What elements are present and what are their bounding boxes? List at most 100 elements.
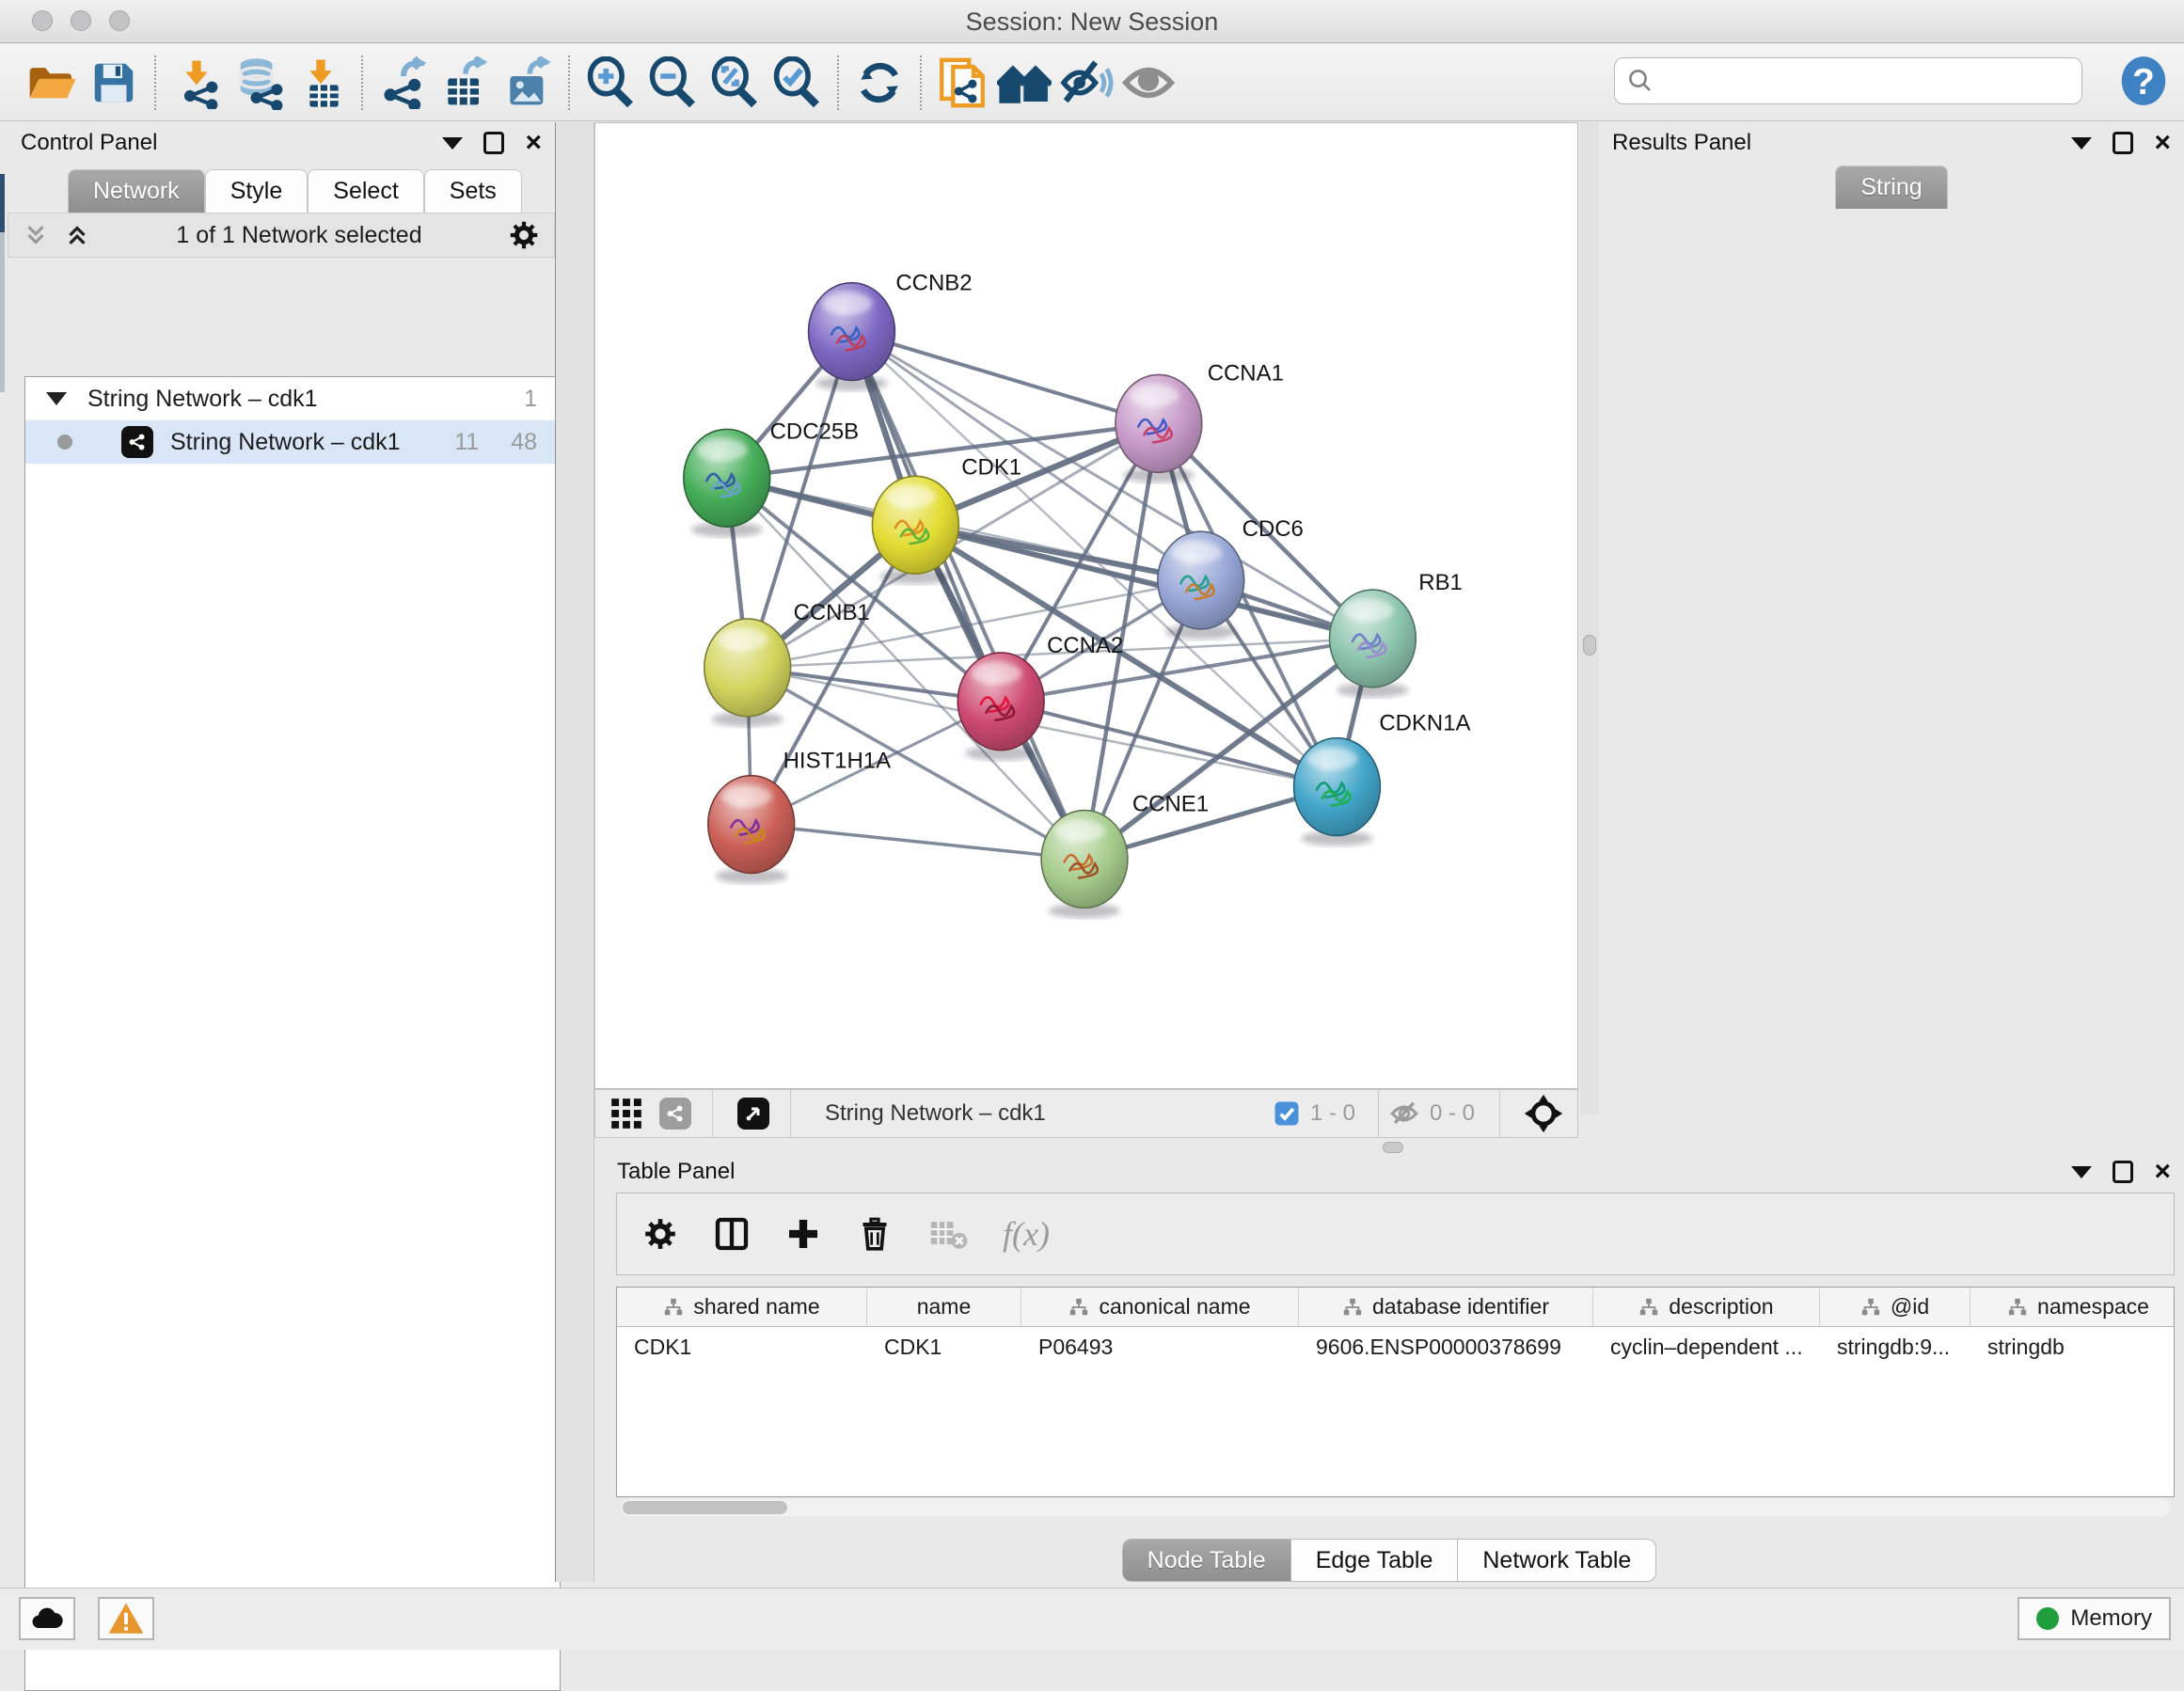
tab-node-table[interactable]: Node Table — [1122, 1539, 1291, 1582]
tree-expand-icon[interactable] — [46, 392, 67, 405]
delete-column-icon[interactable] — [856, 1215, 894, 1253]
node-label: CCNE1 — [1132, 792, 1209, 817]
node-label: CCNA2 — [1047, 633, 1123, 658]
help-button[interactable]: ? — [2114, 52, 2173, 110]
table-options-gear-icon[interactable] — [641, 1215, 679, 1253]
table-cell[interactable]: stringdb:9... — [1820, 1327, 1970, 1367]
create-column-icon[interactable] — [784, 1215, 822, 1253]
show-hidden-button[interactable] — [1117, 53, 1179, 113]
node-label: HIST1H1A — [783, 749, 891, 774]
table-cell[interactable]: cyclin–dependent ... — [1593, 1327, 1820, 1367]
node-label: CDC25B — [770, 419, 859, 444]
table-horizontal-scrollbar[interactable] — [621, 1499, 2170, 1516]
search-input[interactable] — [1654, 68, 2059, 94]
network-edge[interactable] — [1001, 702, 1337, 787]
close-panel-icon[interactable]: × — [525, 133, 542, 153]
panel-menu-icon[interactable] — [442, 137, 463, 150]
clone-network-button[interactable] — [931, 53, 993, 113]
selected-items-checkbox[interactable] — [1273, 1099, 1301, 1128]
network-node-cdc25b[interactable]: CDC25B — [684, 419, 859, 537]
collapse-all-networks-icon[interactable] — [22, 221, 50, 249]
network-edge[interactable] — [851, 332, 1158, 424]
column-header[interactable]: database identifier — [1299, 1288, 1593, 1326]
zoom-in-button[interactable] — [579, 53, 641, 113]
network-graph[interactable]: CCNB2CCNA1CDC25BCDK1CDC6RB1CCNB1CCNA2CDK… — [595, 123, 1577, 1088]
column-header[interactable]: shared name — [617, 1288, 867, 1326]
column-header[interactable]: description — [1593, 1288, 1820, 1326]
float-panel-icon[interactable] — [483, 132, 504, 154]
tab-edge-table[interactable]: Edge Table — [1291, 1539, 1459, 1582]
tab-style[interactable]: Style — [205, 169, 309, 213]
save-session-button[interactable] — [83, 53, 145, 113]
apply-style-button[interactable] — [848, 53, 910, 113]
column-header[interactable]: namespace — [1970, 1288, 2175, 1326]
table-cell[interactable]: 9606.ENSP00000378699 — [1299, 1327, 1593, 1367]
network-node-ccnb2[interactable]: CCNB2 — [809, 271, 973, 391]
memory-button[interactable]: Memory — [2018, 1597, 2171, 1640]
export-image-button[interactable] — [497, 53, 559, 113]
import-table-button[interactable] — [290, 53, 352, 113]
table-cell[interactable]: stringdb — [1970, 1327, 2175, 1367]
show-columns-icon[interactable] — [713, 1215, 751, 1253]
zoom-fit-button[interactable] — [704, 53, 766, 113]
panel-menu-icon[interactable] — [2071, 137, 2092, 150]
vertical-splitter[interactable] — [555, 122, 594, 1582]
import-network-file-button[interactable] — [166, 53, 228, 113]
float-panel-icon[interactable] — [2113, 1161, 2133, 1183]
grid-view-icon[interactable] — [609, 1096, 644, 1131]
zoom-window-button[interactable] — [109, 10, 130, 31]
network-options-gear-icon[interactable] — [507, 218, 541, 252]
node-label: CCNB1 — [794, 600, 870, 625]
horizontal-splitter[interactable] — [594, 1140, 2184, 1155]
zoom-selected-button[interactable] — [766, 53, 828, 113]
tab-sets[interactable]: Sets — [424, 169, 522, 213]
table-cell[interactable]: CDK1 — [867, 1327, 1021, 1367]
network-canvas[interactable]: CCNB2CCNA1CDC25BCDK1CDC6RB1CCNB1CCNA2CDK… — [594, 122, 1578, 1089]
shared-column-icon — [663, 1297, 684, 1318]
network-collection-row[interactable]: String Network – cdk1 1 — [25, 377, 560, 420]
column-header[interactable]: canonical name — [1021, 1288, 1299, 1326]
results-splitter[interactable] — [1580, 122, 1599, 1114]
zoom-out-button[interactable] — [641, 53, 704, 113]
close-panel-icon[interactable]: × — [2154, 133, 2171, 153]
tab-select[interactable]: Select — [308, 169, 423, 213]
hide-selected-button[interactable] — [1055, 53, 1117, 113]
tab-network-table[interactable]: Network Table — [1458, 1539, 1656, 1582]
network-node-cdc6[interactable]: CDC6 — [1158, 516, 1304, 640]
node-count: 11 — [454, 429, 479, 456]
fit-selected-crosshair-icon[interactable] — [1523, 1093, 1564, 1134]
birdseye-view-icon[interactable] — [737, 1098, 769, 1130]
network-row-selected[interactable]: String Network – cdk1 11 48 — [25, 420, 560, 464]
tab-network[interactable]: Network — [68, 169, 205, 213]
warnings-button[interactable] — [98, 1597, 154, 1640]
scrollbar-thumb[interactable] — [623, 1501, 787, 1514]
export-table-button[interactable] — [435, 53, 497, 113]
network-node-rb1[interactable]: RB1 — [1329, 570, 1462, 698]
table-cell[interactable]: CDK1 — [617, 1327, 867, 1367]
network-node-ccne1[interactable]: CCNE1 — [1041, 792, 1209, 919]
copy-network-icon — [935, 55, 989, 110]
node-table: shared name name canonical namedatabase id… — [616, 1287, 2175, 1497]
column-header-label: name — [917, 1294, 972, 1320]
network-search-box[interactable] — [1614, 57, 2082, 104]
network-view-type-icon[interactable] — [659, 1098, 691, 1130]
tab-string[interactable]: String — [1835, 166, 1947, 209]
network-edge[interactable] — [851, 332, 1084, 860]
column-header[interactable]: @id — [1820, 1288, 1970, 1326]
string-home-button[interactable] — [993, 53, 1055, 113]
network-node-hist1h1a[interactable]: HIST1H1A — [708, 749, 891, 884]
network-node-cdkn1a[interactable]: CDKN1A — [1294, 711, 1471, 846]
open-session-button[interactable] — [21, 53, 83, 113]
table-row[interactable]: CDK1CDK1P064939606.ENSP00000378699cyclin… — [617, 1327, 2174, 1367]
table-cell[interactable]: P06493 — [1021, 1327, 1299, 1367]
expand-all-networks-icon[interactable] — [63, 221, 91, 249]
export-network-button[interactable] — [372, 53, 435, 113]
column-header[interactable]: name — [867, 1288, 1021, 1326]
close-window-button[interactable] — [32, 10, 53, 31]
float-panel-icon[interactable] — [2113, 132, 2133, 154]
minimize-window-button[interactable] — [71, 10, 91, 31]
close-panel-icon[interactable]: × — [2154, 1162, 2171, 1182]
import-network-database-button[interactable] — [228, 53, 290, 113]
panel-menu-icon[interactable] — [2071, 1166, 2092, 1178]
cloud-status-button[interactable] — [19, 1597, 75, 1640]
